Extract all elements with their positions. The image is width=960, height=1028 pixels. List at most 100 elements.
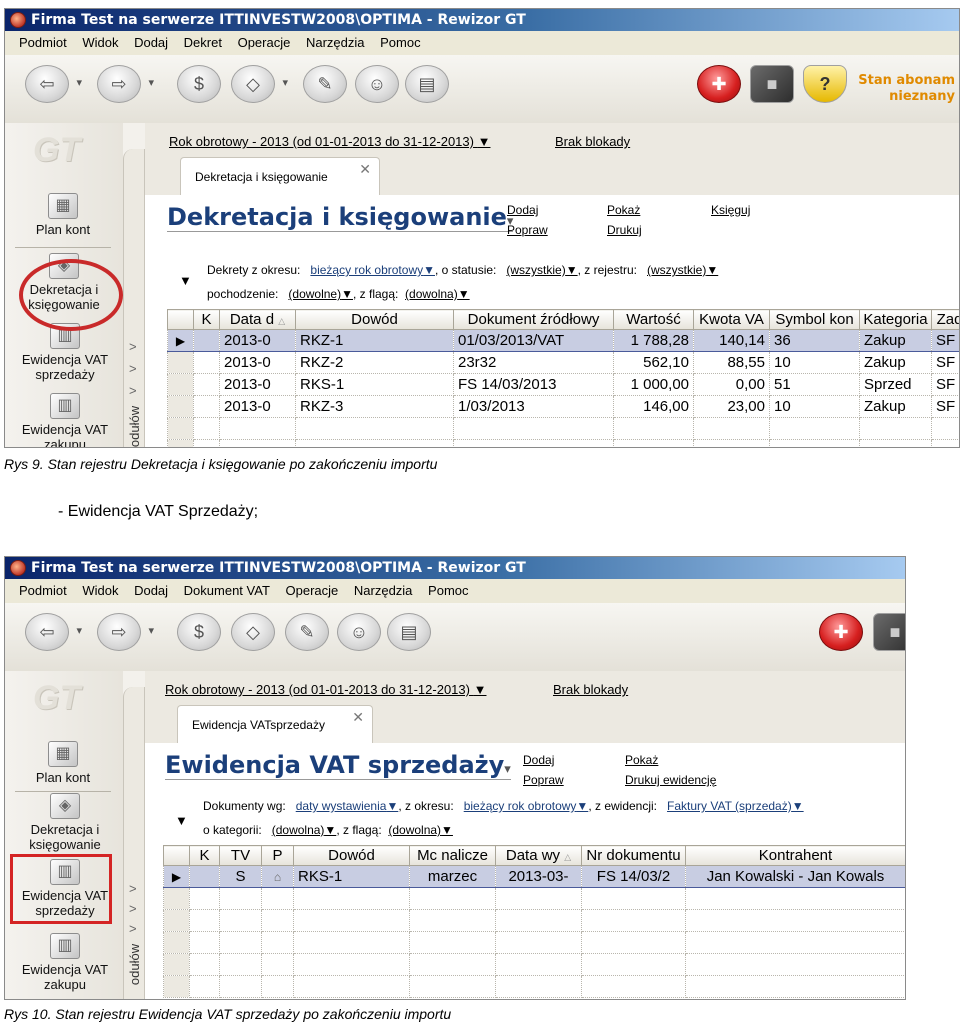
flag-filter[interactable]: (dowolna)▼ <box>388 823 453 837</box>
close-icon[interactable]: ✕ <box>359 150 371 188</box>
col-nr-dokumentu[interactable]: Nr dokumentu <box>581 845 686 866</box>
date-type-filter[interactable]: daty wystawienia▼ <box>296 799 399 813</box>
drukuj-ewidencje-link[interactable]: Drukuj ewidencję <box>625 773 716 787</box>
col-k[interactable]: K <box>189 845 220 866</box>
cube-icon[interactable]: ■ <box>873 613 905 651</box>
nav-ewidencja-vat-sprzedazy[interactable]: ▥ Ewidencja VAT sprzedaży <box>15 323 115 382</box>
chevron-right-icon[interactable]: > <box>129 383 137 398</box>
col-dokument[interactable]: Dokument źródłowy <box>453 309 614 330</box>
menu-podmiot[interactable]: Podmiot <box>13 31 73 55</box>
coins-icon[interactable]: $ <box>177 613 221 651</box>
menu-dodaj[interactable]: Dodaj <box>128 31 174 55</box>
coins-icon[interactable]: $ <box>177 65 221 103</box>
period-filter[interactable]: bieżący rok obrotowy▼ <box>464 799 589 813</box>
col-wartosc[interactable]: Wartość <box>613 309 694 330</box>
modules-strip[interactable]: > > > odułów <box>123 149 145 447</box>
tab-ewidencja-vat[interactable]: Ewidencja VATsprzedaży ✕ <box>177 705 373 743</box>
forward-arrow-icon[interactable]: ⇨ <box>97 65 154 103</box>
eraser-icon[interactable]: ◇ <box>231 613 275 651</box>
col-tv[interactable]: TV <box>219 845 262 866</box>
table-row[interactable]: 2013-0 RKZ-3 1/03/2013 146,00 23,00 10 Zakup… <box>167 395 959 418</box>
nav-ewidencja-vat-zakupu[interactable]: ▥ Ewidencja VAT zakupu <box>15 933 115 992</box>
dodaj-link[interactable]: Dodaj <box>523 753 554 767</box>
category-filter[interactable]: (dowolna)▼ <box>272 823 337 837</box>
popraw-link[interactable]: Popraw <box>507 223 548 237</box>
users-icon[interactable]: ☺ <box>355 65 399 103</box>
col-kategoria[interactable]: Kategoria <box>859 309 932 330</box>
ksieguj-link[interactable]: Księguj <box>711 203 750 217</box>
chart-of-accounts-icon: ▦ <box>48 193 78 219</box>
help-lifebuoy-icon[interactable]: ✚ <box>697 65 741 103</box>
tools-icon[interactable]: ✎ <box>285 613 329 651</box>
cube-icon[interactable]: ■ <box>750 65 794 103</box>
col-data[interactable]: Data d △ <box>219 309 296 330</box>
menu-dokument-vat[interactable]: Dokument VAT <box>178 579 276 603</box>
chevron-right-icon[interactable]: > <box>129 339 137 354</box>
col-selector[interactable] <box>163 845 190 866</box>
col-k[interactable]: K <box>193 309 220 330</box>
col-p[interactable]: P <box>261 845 294 866</box>
col-kontrahent[interactable]: Kontrahent <box>685 845 905 866</box>
col-data-wystawienia[interactable]: Data wy △ <box>495 845 582 866</box>
menu-pomoc[interactable]: Pomoc <box>374 31 426 55</box>
popraw-link[interactable]: Popraw <box>523 773 564 787</box>
col-symbol[interactable]: Symbol kon <box>769 309 860 330</box>
drukuj-link[interactable]: Drukuj <box>607 223 642 237</box>
chevron-right-icon[interactable]: > <box>129 921 137 936</box>
pokaz-link[interactable]: Pokaż <box>607 203 640 217</box>
dodaj-link[interactable]: Dodaj <box>507 203 538 217</box>
table-row[interactable]: ▶ S ⌂ RKS-1 marzec 2013-03- FS 14/03/2 J… <box>163 865 905 888</box>
flag-filter[interactable]: (dowolna)▼ <box>405 287 470 301</box>
pokaz-link[interactable]: Pokaż <box>625 753 658 767</box>
users-icon[interactable]: ☺ <box>337 613 381 651</box>
tools-icon[interactable]: ✎ <box>303 65 347 103</box>
menu-pomoc[interactable]: Pomoc <box>422 579 474 603</box>
chevron-right-icon[interactable]: > <box>129 901 137 916</box>
menu-widok[interactable]: Widok <box>76 31 124 55</box>
table-row[interactable]: 2013-0 RKS-1 FS 14/03/2013 1 000,00 0,00 51… <box>167 373 959 396</box>
modules-strip[interactable]: > > > odułów <box>123 687 145 999</box>
page-title[interactable]: Dekretacja i księgowanie▾ <box>167 203 514 232</box>
menu-widok[interactable]: Widok <box>76 579 124 603</box>
menu-narzedzia[interactable]: Narzędzia <box>348 579 419 603</box>
collapse-filters-icon[interactable]: ▼ <box>175 813 188 828</box>
eraser-icon[interactable]: ◇ <box>231 65 288 103</box>
shield-question-icon[interactable]: ? <box>803 65 847 103</box>
origin-filter[interactable]: (dowolne)▼ <box>288 287 353 301</box>
menu-operacje[interactable]: Operacje <box>280 579 345 603</box>
col-zad[interactable]: Zad <box>931 309 959 330</box>
back-arrow-icon[interactable]: ⇦ <box>25 65 82 103</box>
col-kwota-vat[interactable]: Kwota VA <box>693 309 770 330</box>
help-lifebuoy-icon[interactable]: ✚ <box>819 613 863 651</box>
page-title[interactable]: Ewidencja VAT sprzedaży▾ <box>165 751 511 780</box>
forward-arrow-icon[interactable]: ⇨ <box>97 613 154 651</box>
col-dowod[interactable]: Dowód <box>295 309 454 330</box>
printer-icon[interactable]: ▤ <box>405 65 449 103</box>
col-selector[interactable] <box>167 309 194 330</box>
table-row[interactable]: ▶ 2013-0 RKZ-1 01/03/2013/VAT 1 788,28 140,… <box>167 329 959 352</box>
printer-icon[interactable]: ▤ <box>387 613 431 651</box>
col-mc-naliczenia[interactable]: Mc nalicze <box>409 845 496 866</box>
nav-plan-kont[interactable]: ▦ Plan kont <box>7 741 119 785</box>
menu-podmiot[interactable]: Podmiot <box>13 579 73 603</box>
tab-dekretacja[interactable]: Dekretacja i księgowanie ✕ <box>180 157 380 195</box>
menu-operacje[interactable]: Operacje <box>232 31 297 55</box>
back-arrow-icon[interactable]: ⇦ <box>25 613 82 651</box>
nav-ewidencja-vat-zakupu[interactable]: ▥ Ewidencja VAT zakupu <box>15 393 115 447</box>
register-filter[interactable]: Faktury VAT (sprzedaż)▼ <box>667 799 804 813</box>
collapse-filters-icon[interactable]: ▼ <box>179 273 192 288</box>
status-filter[interactable]: (wszystkie)▼ <box>506 263 577 277</box>
nav-dekretacja[interactable]: ◈ Dekretacja i księgowanie <box>15 793 115 852</box>
posting-icon: ◈ <box>50 793 80 819</box>
menu-dekret[interactable]: Dekret <box>178 31 228 55</box>
chevron-right-icon[interactable]: > <box>129 881 137 896</box>
chevron-right-icon[interactable]: > <box>129 361 137 376</box>
close-icon[interactable]: ✕ <box>352 698 364 736</box>
menu-dodaj[interactable]: Dodaj <box>128 579 174 603</box>
register-filter[interactable]: (wszystkie)▼ <box>647 263 718 277</box>
period-filter[interactable]: bieżący rok obrotowy▼ <box>310 263 435 277</box>
col-dowod[interactable]: Dowód <box>293 845 410 866</box>
nav-plan-kont[interactable]: ▦ Plan kont <box>7 193 119 237</box>
table-row[interactable]: 2013-0 RKZ-2 23r32 562,10 88,55 10 Zakup SF <box>167 351 959 374</box>
menu-narzedzia[interactable]: Narzędzia <box>300 31 371 55</box>
